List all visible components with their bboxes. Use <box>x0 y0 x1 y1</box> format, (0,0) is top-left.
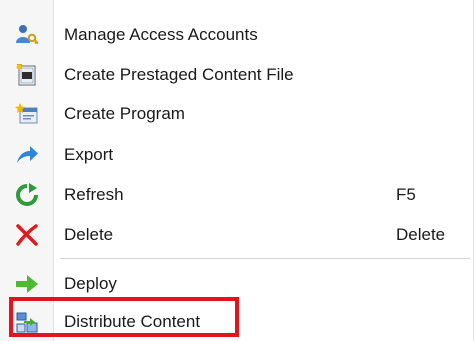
menu-item-label: Delete <box>64 225 114 244</box>
menu-item-label: Refresh <box>64 185 124 204</box>
delete-x-icon <box>15 223 39 247</box>
menu-item-create-prestaged-content-file[interactable]: Create Prestaged Content File <box>0 57 474 93</box>
menu-separator <box>60 258 470 259</box>
menu-item-manage-access-accounts[interactable]: Manage Access Accounts <box>0 17 474 53</box>
prestaged-file-icon <box>15 63 39 87</box>
users-key-icon <box>15 23 39 47</box>
menu-item-shortcut: F5 <box>396 185 416 204</box>
menu-item-delete[interactable]: Delete Delete <box>0 217 474 253</box>
menu-item-shortcut: Delete <box>396 225 446 244</box>
menu-item-distribute-content[interactable]: Distribute Content <box>0 304 474 340</box>
menu-item-label: Deploy <box>64 274 117 293</box>
refresh-icon <box>15 183 39 207</box>
context-menu: Manage Access Accounts Create Prestaged … <box>0 0 474 341</box>
menu-item-label: Create Prestaged Content File <box>64 65 294 84</box>
menu-item-label: Create Program <box>64 104 185 123</box>
menu-item-label: Manage Access Accounts <box>64 25 258 44</box>
menu-item-export[interactable]: Export <box>0 137 474 173</box>
menu-item-label: Distribute Content <box>64 312 201 331</box>
menu-item-deploy[interactable]: Deploy <box>0 266 474 302</box>
new-program-icon <box>15 102 39 126</box>
menu-item-create-program[interactable]: Create Program <box>0 96 474 132</box>
menu-item-refresh[interactable]: Refresh F5 <box>0 177 474 213</box>
deploy-arrow-icon <box>15 272 39 296</box>
export-arrow-icon <box>15 143 39 167</box>
distribute-content-icon <box>15 310 39 334</box>
menu-item-label: Export <box>64 145 114 164</box>
